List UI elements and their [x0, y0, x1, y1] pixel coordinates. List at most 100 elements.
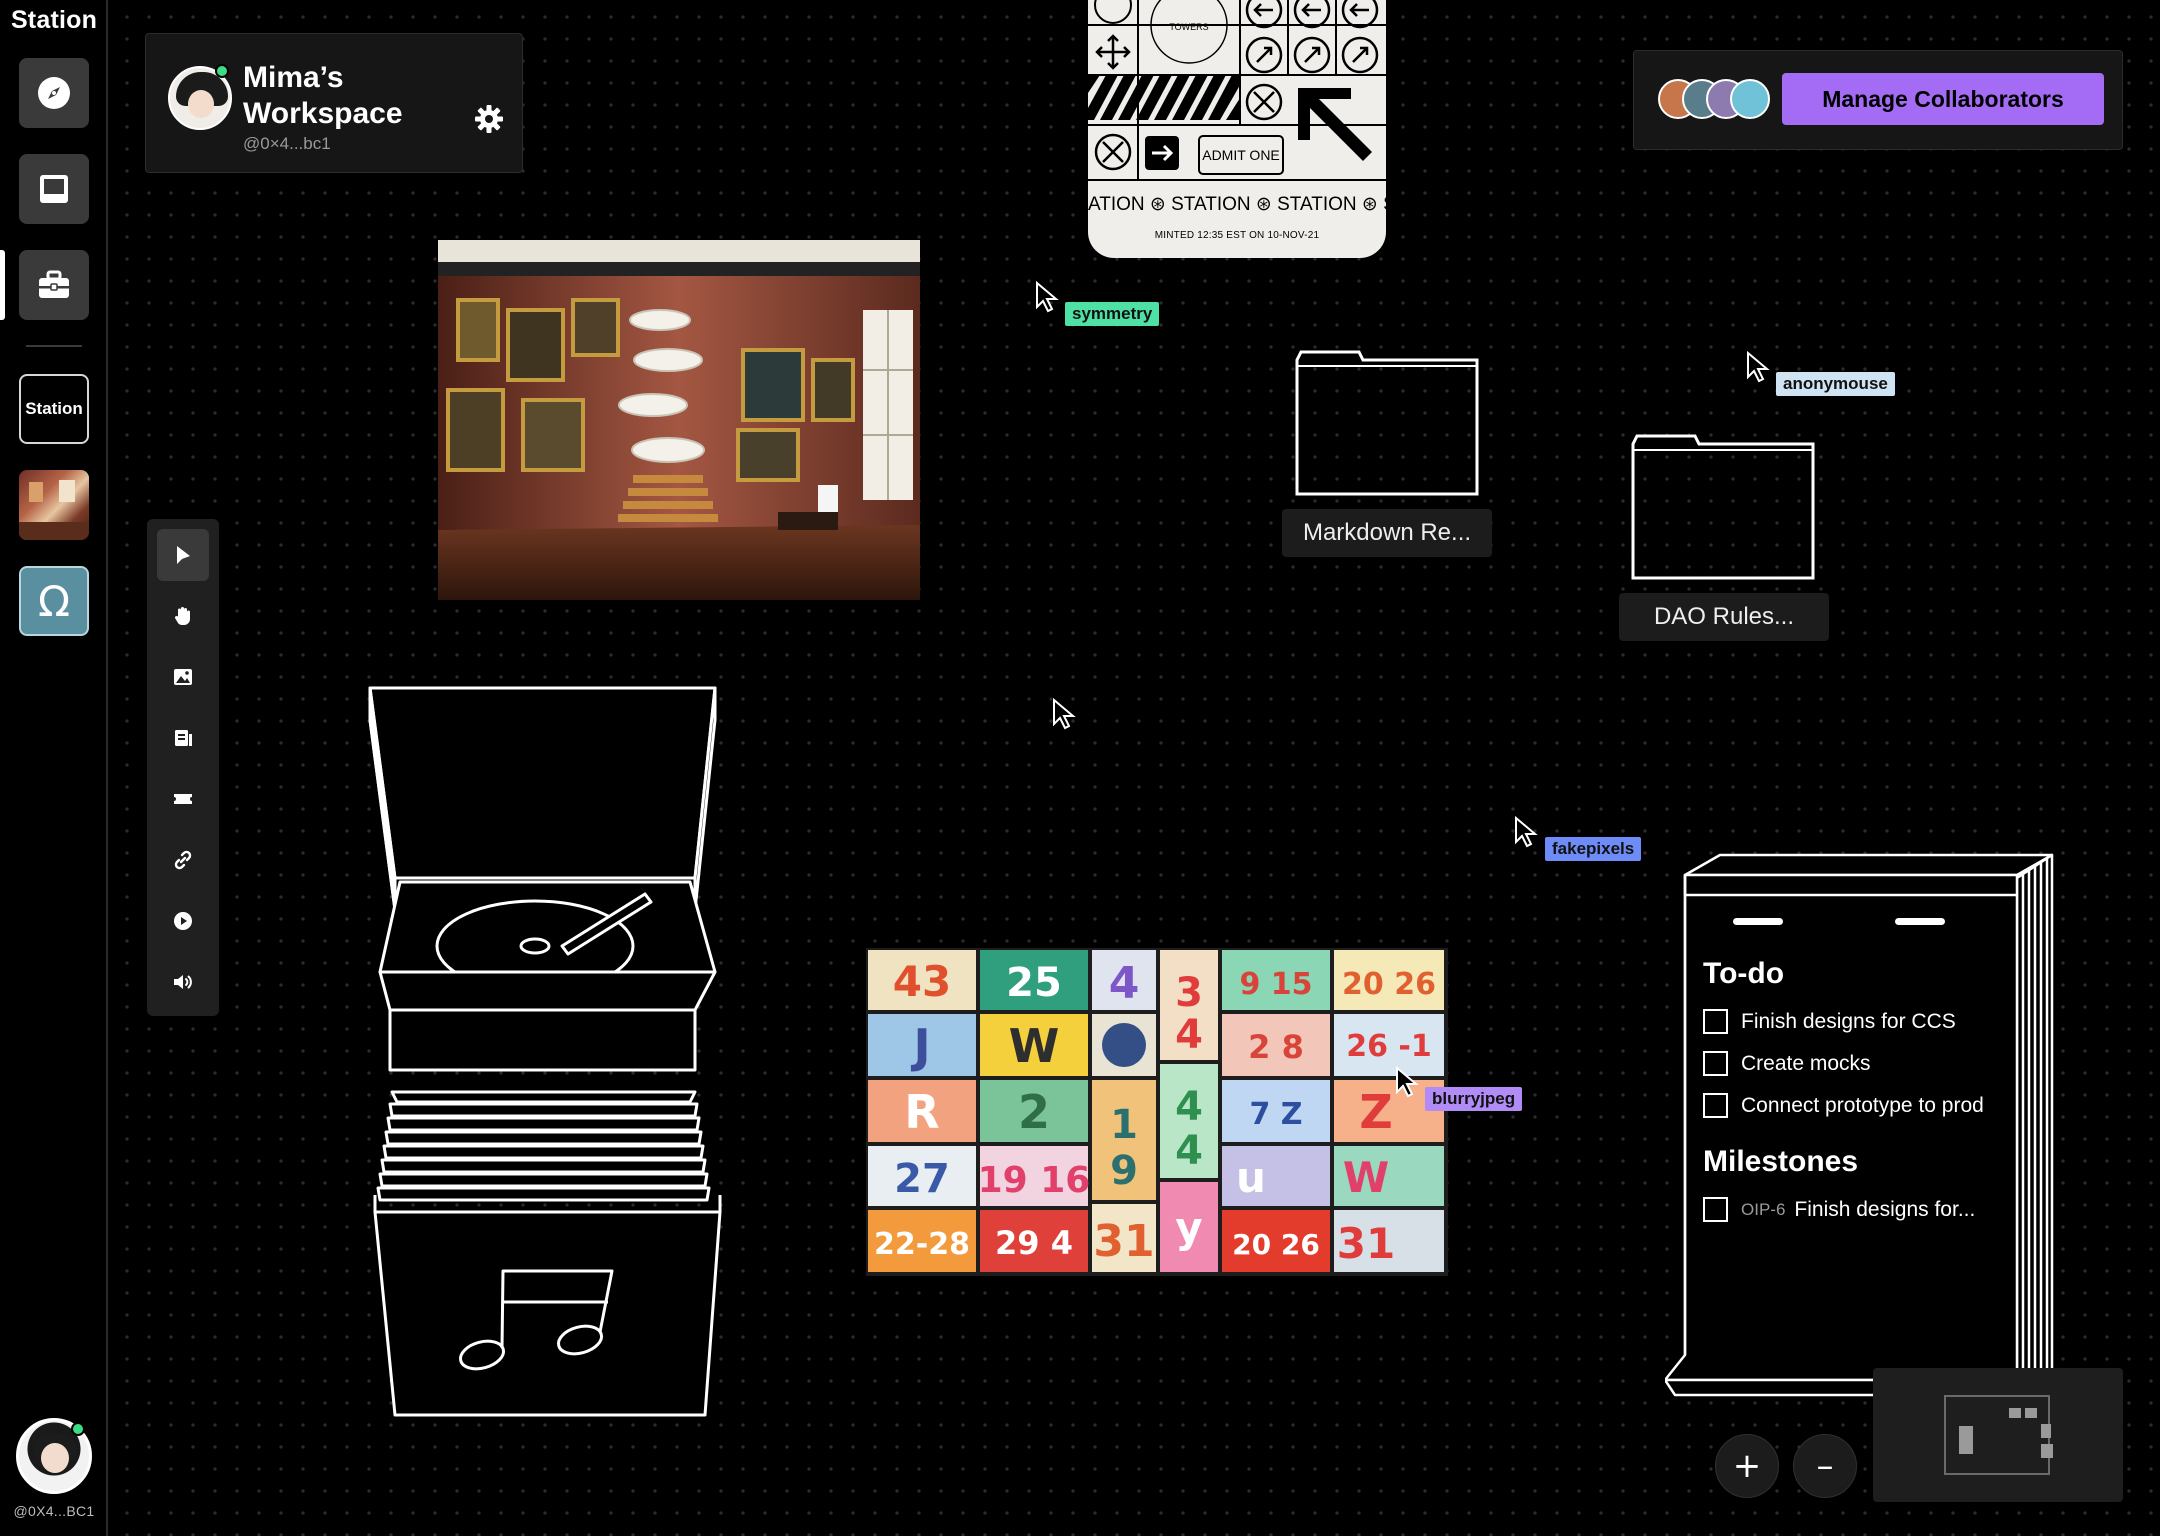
space-gallery-button[interactable] [19, 470, 89, 540]
svg-text:22-28: 22-28 [874, 1227, 970, 1262]
todo-checkbox[interactable] [1703, 1051, 1728, 1076]
cursor-label-fakepixels: fakepixels [1545, 837, 1642, 861]
milestones-heading: Milestones [1703, 1145, 1859, 1178]
inbox-icon [40, 175, 68, 203]
svg-text:1: 1 [1110, 1102, 1138, 1148]
svg-text:3: 3 [1175, 970, 1203, 1016]
milestone-item[interactable]: OIP-6 Finish designs for... [1703, 1197, 1975, 1222]
sticker-collage-image[interactable]: 43 25 4 34 9 15 20 26 J W 2 8 26 -1 R 2 … [866, 948, 1448, 1276]
document-icon [175, 730, 192, 746]
todo-item-label: Connect prototype to prod [1741, 1093, 1984, 1117]
svg-text:20 26: 20 26 [1342, 967, 1436, 1002]
minimap-preview [1944, 1395, 2053, 1475]
todo-item[interactable]: Finish designs for CCS [1703, 1009, 1956, 1034]
todo-book-illustration [1665, 853, 2054, 1397]
record-player-illustration[interactable] [360, 680, 730, 1420]
workspace-card: Mima’s Workspace @0×4...bc1 [145, 33, 523, 173]
cursor-pointer-icon [1747, 351, 1770, 383]
document-tool-button[interactable] [157, 712, 209, 764]
ticket-minted-text: MINTED 12:35 EST ON 10-NOV-21 [1154, 230, 1320, 241]
svg-text:4: 4 [1109, 958, 1140, 1009]
thumbnail-detail [29, 482, 43, 502]
svg-text:2: 2 [1018, 1085, 1050, 1139]
svg-text:9: 9 [1110, 1148, 1138, 1194]
svg-text:W: W [1009, 1019, 1060, 1073]
folder-icon[interactable] [1295, 350, 1479, 496]
cursor-pointer-icon [1396, 1066, 1419, 1098]
play-icon [174, 912, 192, 930]
folder-label-dao-rules[interactable]: DAO Rules... [1619, 593, 1829, 641]
zoom-out-button[interactable]: – [1793, 1434, 1857, 1498]
space-omega-button[interactable]: Ω [19, 566, 89, 636]
collaborator-avatar[interactable] [1730, 79, 1770, 119]
svg-text:20 26: 20 26 [1232, 1228, 1320, 1261]
pointer-icon [177, 546, 190, 564]
space-station-button[interactable]: Station [19, 374, 89, 444]
svg-text:u: u [1236, 1153, 1266, 1202]
minimap[interactable] [1873, 1368, 2123, 1502]
svg-text:25: 25 [1006, 960, 1062, 1006]
omega-icon: Ω [37, 576, 71, 626]
svg-text:31: 31 [1337, 1219, 1395, 1268]
sidebar: Station Station Ω @0X4...BC1 [0, 0, 108, 1536]
thumbnail-detail [19, 522, 89, 540]
app-root: Station Station Ω @0X4...BC1 Mima’s Work… [0, 0, 2160, 1536]
ticket-marquee: ATION ⊛ STATION ⊛ STATION ⊛ STA [1088, 194, 1386, 215]
sidebar-divider [26, 345, 82, 347]
manage-collaborators-button[interactable]: Manage Collaborators [1782, 73, 2104, 125]
link-tool-button[interactable] [157, 834, 209, 886]
image-icon [174, 669, 192, 685]
avatar-face [188, 90, 214, 118]
todo-item[interactable]: Create mocks [1703, 1051, 1871, 1076]
svg-text:J: J [910, 1019, 930, 1073]
user-handle: @0X4...BC1 [13, 1503, 95, 1519]
milestone-checkbox[interactable] [1703, 1197, 1728, 1222]
svg-text:y: y [1175, 1203, 1202, 1252]
sidebar-work-button[interactable] [19, 250, 89, 320]
svg-text:19 16: 19 16 [978, 1160, 1091, 1201]
book-tab-mark [1895, 918, 1945, 925]
ticket-card[interactable]: TOWERS ADMIT ONE ATION ⊛ STATION ⊛ STATI… [1088, 0, 1386, 258]
image-tool-button[interactable] [157, 651, 209, 703]
todo-item-label: Finish designs for CCS [1741, 1009, 1956, 1033]
svg-text:Z: Z [1359, 1085, 1392, 1139]
gallery-room-image[interactable] [438, 240, 920, 600]
svg-text:27: 27 [894, 1156, 950, 1202]
brand-title: Station [10, 6, 98, 34]
todo-item[interactable]: Connect prototype to prod [1703, 1093, 1984, 1118]
svg-text:9 15: 9 15 [1239, 967, 1312, 1002]
svg-text:W: W [1343, 1153, 1389, 1202]
folder-icon[interactable] [1631, 434, 1815, 580]
zoom-in-button[interactable]: + [1715, 1434, 1779, 1498]
ticket-graphics: TOWERS [1088, 0, 1386, 181]
cursor-pointer-icon [1515, 816, 1538, 848]
cursor-label-symmetry: symmetry [1065, 302, 1160, 326]
avatar-face [41, 1443, 69, 1473]
milestone-id: OIP-6 [1741, 1199, 1786, 1219]
svg-text:29 4: 29 4 [995, 1224, 1073, 1262]
hand-tool-button[interactable] [157, 590, 209, 642]
select-tool-button[interactable] [157, 529, 209, 581]
canvas-toolbar [147, 519, 219, 1016]
cursor-label-blurryjpeg: blurryjpeg [1425, 1087, 1523, 1111]
online-status-dot [215, 64, 229, 78]
todo-heading: To-do [1703, 957, 1785, 990]
play-tool-button[interactable] [157, 895, 209, 947]
sidebar-explore-button[interactable] [19, 58, 89, 128]
milestone-label: Finish designs for... [1794, 1197, 1976, 1221]
svg-text:26 -1: 26 -1 [1346, 1029, 1432, 1064]
todo-checkbox[interactable] [1703, 1009, 1728, 1034]
admit-one-label: ADMIT ONE [1198, 135, 1284, 175]
svg-text:TOWERS: TOWERS [1169, 22, 1208, 32]
globe-icon [1094, 0, 1132, 24]
folder-label-markdown[interactable]: Markdown Re... [1282, 509, 1492, 557]
ticket-tool-button[interactable] [157, 773, 209, 825]
online-status-dot [71, 1422, 85, 1436]
briefcase-icon [39, 270, 69, 298]
svg-text:4: 4 [1175, 1084, 1203, 1130]
sidebar-inbox-button[interactable] [19, 154, 89, 224]
audio-tool-button[interactable] [157, 956, 209, 1008]
todo-checkbox[interactable] [1703, 1093, 1728, 1118]
gear-icon[interactable] [474, 104, 504, 134]
cursor-label-anonymouse: anonymouse [1776, 372, 1895, 396]
